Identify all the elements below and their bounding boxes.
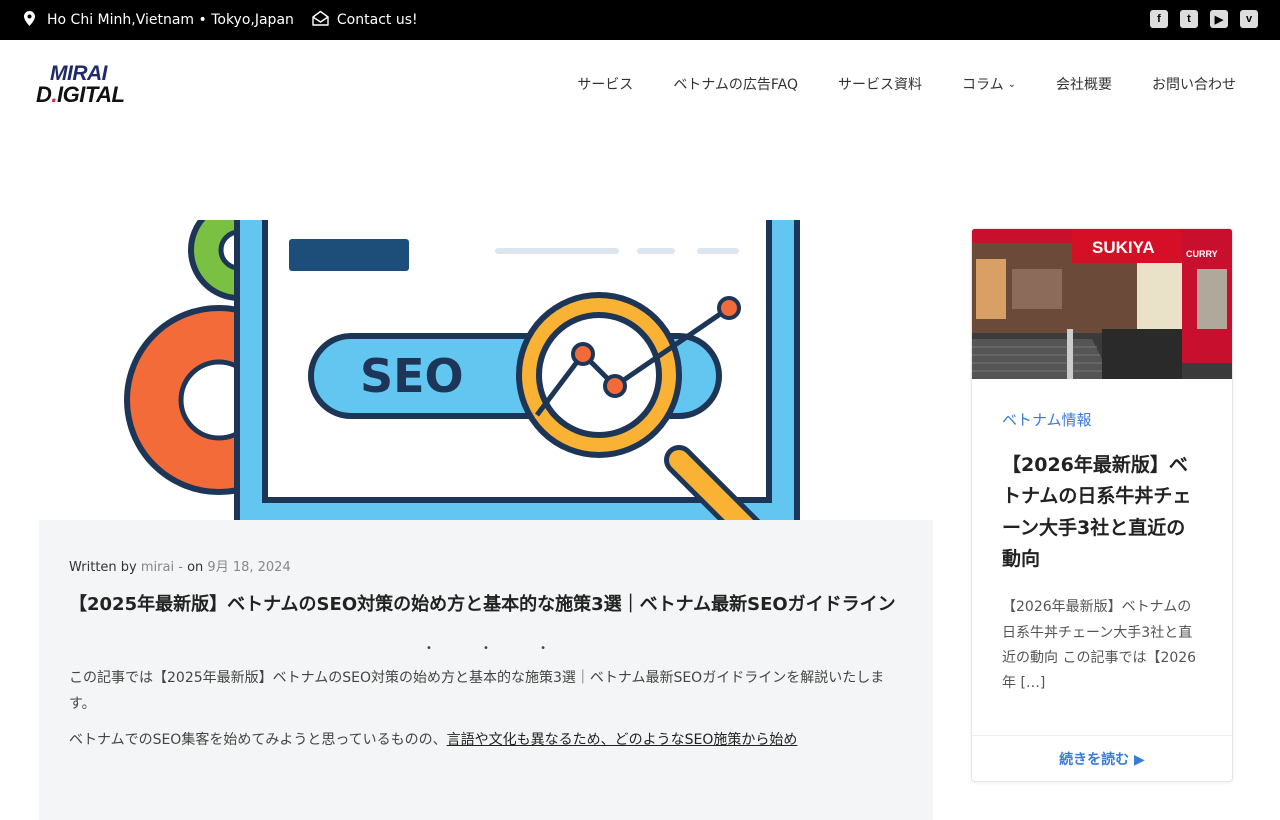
contact-link[interactable]: Contact us! [312, 10, 418, 30]
map-pin-icon [24, 10, 35, 30]
vimeo-icon[interactable]: v [1240, 10, 1258, 28]
sidebar-post-card: SUKIYA CURRY ベトナム情報 【2026年最新版】ベトナムの日系牛丼チ… [971, 228, 1233, 782]
nav-item-company[interactable]: 会社概要 [1056, 74, 1112, 94]
sidebar-post-body: ベトナム情報 【2026年最新版】ベトナムの日系牛丼チェーン大手3社と直近の動向… [972, 379, 1232, 696]
location-text: Ho Chi Minh,Vietnam • Tokyo,Japan [47, 12, 294, 28]
main-nav: サービス ベトナムの広告FAQ サービス資料 コラム ⌄ 会社概要 お問い合わせ [537, 74, 1236, 94]
svg-text:CURRY: CURRY [1186, 249, 1218, 259]
site-logo[interactable]: MIRAI D.IGITAL [36, 63, 136, 106]
on-label: on [187, 560, 204, 575]
post-meta: Written by mirai - on 9月 18, 2024 [69, 556, 903, 575]
site-header: MIRAI D.IGITAL サービス ベトナムの広告FAQ サービス資料 コラ… [0, 40, 1280, 128]
envelope-open-icon [312, 10, 329, 30]
sidebar-post-image[interactable]: SUKIYA CURRY [972, 229, 1232, 379]
top-bar: Ho Chi Minh,Vietnam • Tokyo,Japan Contac… [0, 0, 1280, 40]
chevron-down-icon: ⌄ [1007, 78, 1016, 90]
nav-item-faq[interactable]: ベトナムの広告FAQ [673, 74, 798, 94]
youtube-icon[interactable]: ▶ [1210, 10, 1228, 28]
location-info: Ho Chi Minh,Vietnam • Tokyo,Japan [24, 10, 294, 30]
post-title[interactable]: 【2025年最新版】ベトナムのSEO対策の始め方と基本的な施策3選｜ベトナム最新… [69, 593, 903, 617]
divider-dots: • • • [425, 643, 571, 655]
author-link[interactable]: mirai [141, 560, 174, 575]
nav-item-column[interactable]: コラム ⌄ [962, 74, 1016, 94]
read-more-link[interactable]: 続きを読む ▶ [972, 735, 1232, 781]
logo-line2: D.IGITAL [36, 81, 125, 107]
written-by-label: Written by [69, 560, 137, 575]
post-excerpt-2: ベトナムでのSEO集客を始めてみようと思っているものの、言語や文化も異なるため、… [69, 732, 798, 749]
sidebar-category[interactable]: ベトナム情報 [1002, 409, 1202, 430]
twitter-icon[interactable]: t [1180, 10, 1198, 28]
post-date: 9月 18, 2024 [207, 560, 291, 575]
post-card: Written by mirai - on 9月 18, 2024 【2025年… [39, 520, 933, 820]
nav-item-contact[interactable]: お問い合わせ [1152, 74, 1236, 94]
logo-line1: MIRAI [50, 61, 108, 85]
sidebar-post-excerpt: 【2026年最新版】ベトナムの日系牛丼チェーン大手3社と直近の動向 この記事では… [1002, 599, 1197, 691]
facebook-icon[interactable]: f [1150, 10, 1168, 28]
social-links: f t ▶ v [1150, 10, 1258, 28]
excerpt-link[interactable]: 言語や文化も異なるため、どのようなSEO施策から始め [447, 732, 798, 748]
meta-separator: - [178, 560, 183, 575]
nav-item-materials[interactable]: サービス資料 [838, 74, 922, 94]
nav-item-services[interactable]: サービス [577, 74, 633, 94]
contact-label: Contact us! [336, 12, 418, 28]
featured-image[interactable]: SEO [39, 220, 933, 520]
sidebar-post-title[interactable]: 【2026年最新版】ベトナムの日系牛丼チェーン大手3社と直近の動向 [1002, 450, 1202, 575]
post-excerpt: この記事では【2025年最新版】ベトナムのSEO対策の始め方と基本的な施策3選｜… [69, 670, 885, 713]
hero-seo-text: SEO [360, 349, 464, 403]
sukiya-sign: SUKIYA [1092, 238, 1155, 257]
